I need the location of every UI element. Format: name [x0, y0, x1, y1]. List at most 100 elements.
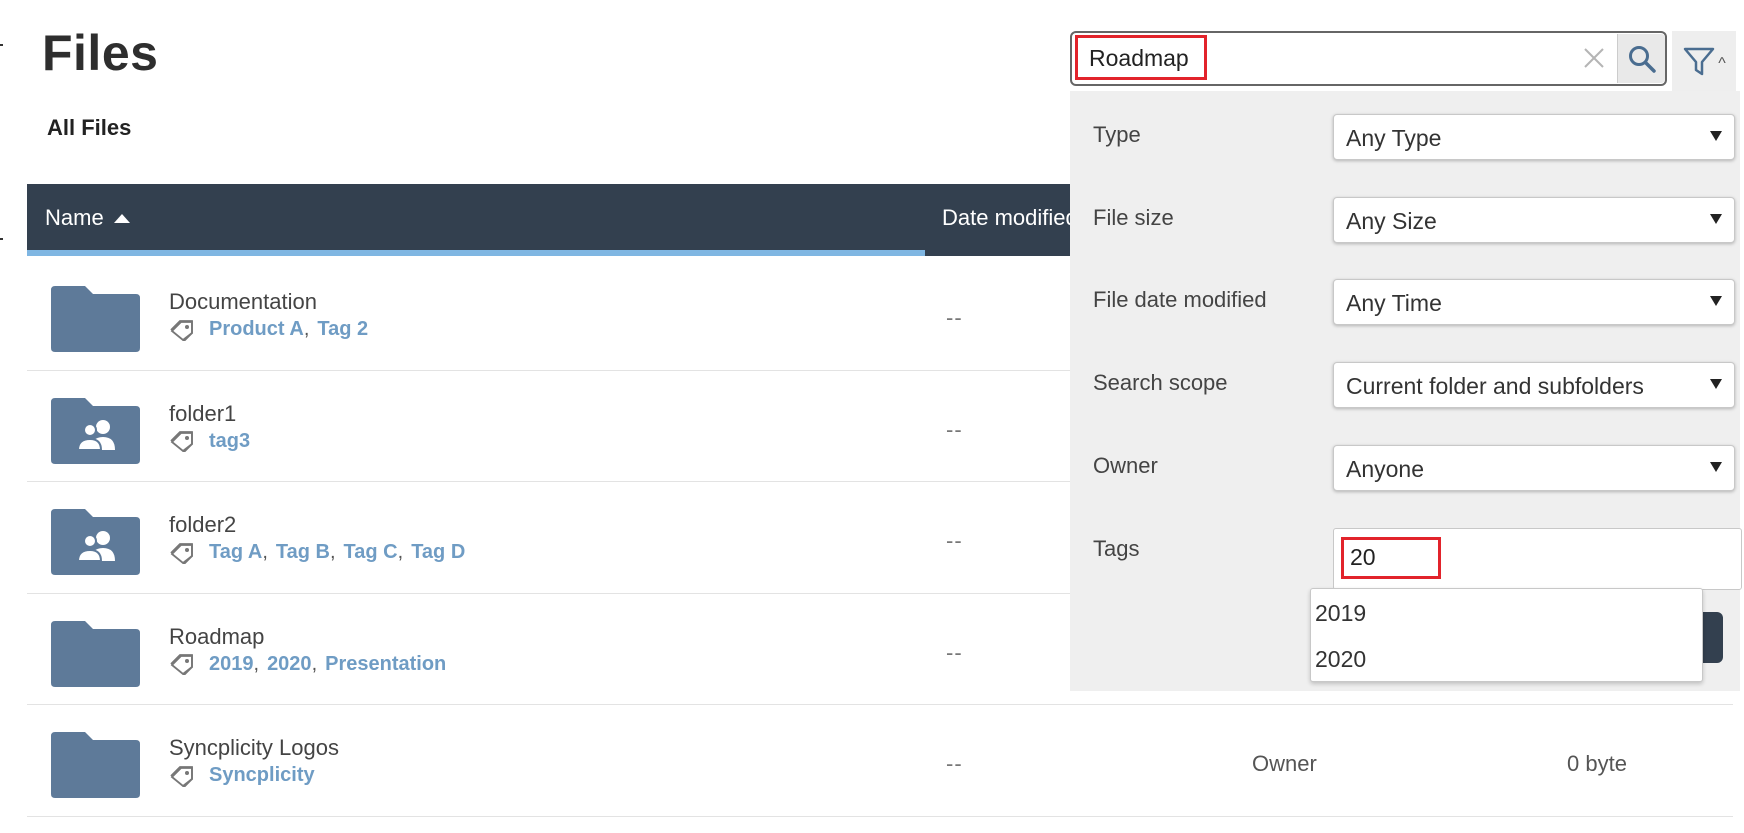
search-scope-select-value: Current folder and subfolders	[1346, 373, 1644, 399]
tag-icon	[170, 319, 193, 341]
tag-icon	[170, 654, 193, 675]
filter-label-type: Type	[1093, 122, 1141, 147]
date-modified-cell: --	[946, 416, 963, 442]
tag-link[interactable]: 2020	[267, 653, 312, 675]
tag-link[interactable]: Tag B	[276, 541, 330, 563]
page-title: Files	[42, 25, 159, 81]
tag-list: Tag A, Tag B, Tag C, Tag D	[209, 541, 465, 564]
date-modified-cell: --	[946, 528, 963, 553]
tag-link[interactable]: Syncplicity	[209, 764, 315, 786]
tag-link[interactable]: Product A	[209, 318, 304, 340]
filter-icon	[1683, 47, 1715, 76]
owner-select[interactable]: Anyone	[1333, 445, 1735, 491]
size-cell: 0 byte	[1567, 751, 1627, 776]
dropdown-arrow-icon	[1710, 131, 1722, 141]
tag-separator: ,	[303, 318, 310, 340]
shared-folder-icon	[51, 397, 140, 464]
tag-link[interactable]: tag3	[209, 430, 250, 452]
date-modified-select-value: Any Time	[1346, 290, 1442, 316]
tag-link[interactable]: Tag D	[411, 541, 465, 563]
filter-label-search-scope: Search scope	[1093, 370, 1228, 395]
tag-link[interactable]: 2019	[209, 653, 254, 675]
type-select[interactable]: Any Type	[1333, 114, 1735, 160]
dropdown-arrow-icon	[1710, 462, 1722, 472]
column-header-name[interactable]: Name	[45, 205, 130, 231]
folder-icon	[51, 732, 140, 798]
search-button[interactable]	[1617, 34, 1665, 83]
table-header: Name Date modified	[27, 184, 1078, 256]
tag-line: 2019, 2020, Presentation	[169, 653, 446, 676]
filter-row-owner: Owner Anyone	[1093, 445, 1735, 491]
tag-line: Syncplicity	[169, 764, 315, 787]
filter-row-date-modified: File date modified Any Time	[1093, 279, 1735, 325]
column-name-label: Name	[45, 205, 104, 230]
tag-list: 2019, 2020, Presentation	[209, 653, 446, 676]
tag-separator: ,	[262, 541, 268, 563]
date-modified-cell: --	[946, 305, 963, 330]
tag-link[interactable]: Presentation	[325, 653, 446, 675]
file-name[interactable]: Documentation	[169, 289, 317, 315]
tags-input[interactable]	[1347, 538, 1437, 576]
tag-list: Syncplicity	[209, 764, 315, 787]
search-scope-select[interactable]: Current folder and subfolders	[1333, 362, 1735, 408]
tag-suggestions-dropdown: 2019 2020	[1310, 588, 1703, 682]
filter-row-type: Type Any Type	[1093, 114, 1735, 160]
filter-label-file-size: File size	[1093, 205, 1174, 230]
tag-suggestion-item[interactable]: 2019	[1315, 600, 1366, 627]
file-size-select-value: Any Size	[1346, 208, 1437, 234]
owner-select-value: Anyone	[1346, 456, 1425, 482]
tag-separator: ,	[311, 652, 318, 675]
tag-line: tag3	[169, 430, 250, 453]
tag-icon	[170, 542, 193, 564]
filter-label-date-modified: File date modified	[1093, 287, 1267, 312]
filter-label-owner: Owner	[1093, 453, 1158, 478]
search-submit-button[interactable]	[1703, 612, 1723, 663]
filter-toggle-button[interactable]: ^	[1672, 31, 1736, 91]
dropdown-arrow-icon	[1710, 296, 1722, 306]
column-header-date-modified[interactable]: Date modified	[942, 205, 1078, 231]
files-page: Files All Files Name Date modified Docum…	[0, 0, 1744, 833]
file-name[interactable]: Roadmap	[169, 624, 264, 650]
tag-separator: ,	[253, 652, 260, 675]
chevron-up-icon: ^	[1718, 55, 1726, 72]
filter-label-tags: Tags	[1093, 536, 1140, 561]
tag-link[interactable]: Tag 2	[317, 318, 368, 340]
file-name[interactable]: folder2	[169, 512, 236, 538]
sort-ascending-icon	[113, 213, 130, 223]
close-icon[interactable]	[1579, 43, 1609, 73]
tag-link[interactable]: Tag C	[344, 541, 398, 563]
tag-line: Product A, Tag 2	[169, 318, 368, 341]
tag-list: tag3	[209, 430, 250, 453]
tags-field[interactable]	[1333, 528, 1742, 590]
tag-separator: ,	[329, 541, 336, 563]
dropdown-arrow-icon	[1710, 379, 1722, 389]
edge-marker	[0, 238, 3, 240]
owner-cell: Owner	[1252, 751, 1317, 776]
tag-icon	[170, 765, 193, 787]
filter-row-search-scope: Search scope Current folder and subfolde…	[1093, 362, 1735, 408]
filter-row-file-size: File size Any Size	[1093, 197, 1735, 243]
tag-list: Product A, Tag 2	[209, 318, 368, 341]
type-select-value: Any Type	[1346, 125, 1442, 151]
folder-icon	[51, 286, 140, 352]
file-size-select[interactable]: Any Size	[1333, 197, 1735, 243]
file-name[interactable]: folder1	[169, 401, 236, 427]
search-icon	[1628, 45, 1656, 73]
date-modified-select[interactable]: Any Time	[1333, 279, 1735, 325]
tag-link[interactable]: Tag A	[209, 541, 262, 563]
tag-icon	[170, 431, 193, 452]
dropdown-arrow-icon	[1710, 214, 1722, 224]
breadcrumb[interactable]: All Files	[47, 115, 131, 141]
tag-line: Tag A, Tag B, Tag C, Tag D	[169, 541, 465, 564]
tag-separator: ,	[397, 541, 404, 563]
file-name[interactable]: Syncplicity Logos	[169, 735, 339, 761]
search-box	[1070, 31, 1667, 86]
table-row[interactable]: Syncplicity Logos Syncplicity -- Owner 0…	[27, 705, 1733, 817]
tag-suggestion-item[interactable]: 2020	[1315, 646, 1366, 673]
date-modified-cell: --	[946, 751, 963, 776]
edge-marker	[0, 44, 3, 46]
sort-indicator-bar	[27, 250, 925, 256]
shared-folder-icon	[51, 509, 140, 575]
search-input[interactable]	[1075, 36, 1590, 80]
filter-row-tags: Tags	[1093, 528, 1742, 590]
